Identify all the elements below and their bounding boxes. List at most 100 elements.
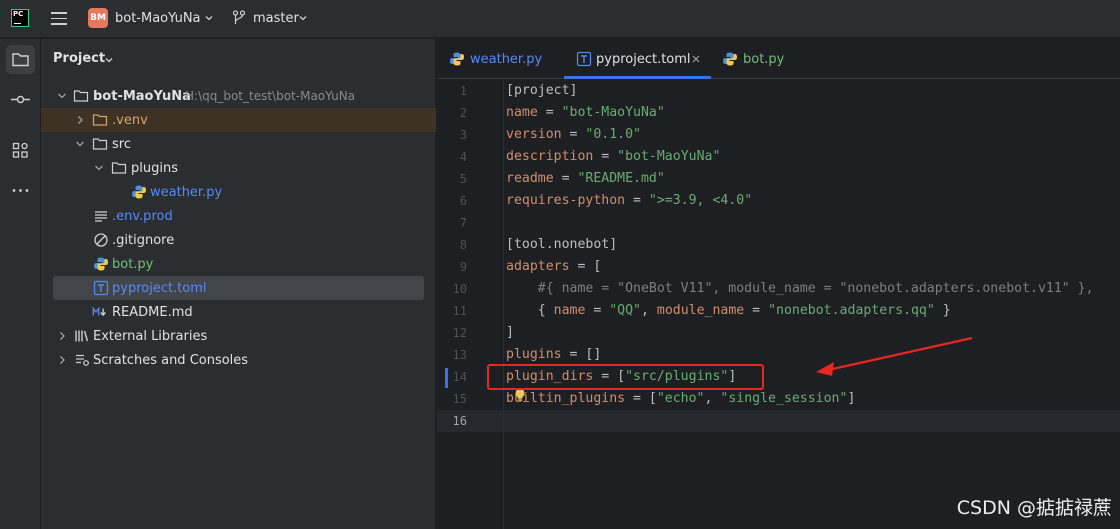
line-number[interactable]: 9 xyxy=(437,260,467,274)
code-line[interactable]: [project] xyxy=(506,80,577,102)
tree-item-env-prod[interactable]: .env.prod xyxy=(41,204,436,228)
markdown-file-icon xyxy=(92,306,107,317)
line-number[interactable]: 7 xyxy=(437,216,467,230)
line-number[interactable]: 16 xyxy=(437,414,467,428)
code-token: = xyxy=(553,171,578,186)
chevron-down-icon[interactable] xyxy=(299,14,307,22)
code-token: "0.1.0" xyxy=(585,127,641,142)
tab-label: bot.py xyxy=(743,52,785,67)
tree-item-src[interactable]: src xyxy=(41,132,436,156)
chevron-down-icon[interactable] xyxy=(205,14,213,22)
tree-item-external-libraries[interactable]: External Libraries xyxy=(41,324,436,348)
line-number[interactable]: 11 xyxy=(437,304,467,318)
active-tab-indicator xyxy=(564,76,711,79)
python-file-icon xyxy=(132,185,146,199)
code-line[interactable]: { name = "QQ", module_name = "nonebot.ad… xyxy=(506,300,951,322)
chevron-down-icon[interactable] xyxy=(94,163,104,173)
code-token: adapters xyxy=(506,259,570,274)
folder-icon xyxy=(92,138,108,150)
commit-tool-button[interactable] xyxy=(6,85,35,114)
vcs-branch-switcher[interactable]: master xyxy=(253,11,299,26)
more-icon xyxy=(12,189,29,192)
line-number[interactable]: 14 xyxy=(437,370,467,384)
tree-item-weather-py[interactable]: weather.py xyxy=(41,180,436,204)
code-token: requires-python xyxy=(506,193,626,208)
title-bar: PC BM bot-MaoYuNa master xyxy=(0,0,1120,38)
chevron-down-icon[interactable] xyxy=(75,139,85,149)
code-line[interactable]: #{ name = "OneBot V11", module_name = "n… xyxy=(506,278,1094,300)
line-number[interactable]: 10 xyxy=(437,282,467,296)
line-number[interactable]: 13 xyxy=(437,348,467,362)
tree-item-root[interactable]: bot-MaoYuNa H:\qq_bot_test\bot-MaoYuNa xyxy=(41,84,436,108)
code-token: readme xyxy=(506,171,554,186)
code-token: "bot-MaoYuNa" xyxy=(561,105,665,120)
line-number[interactable]: 15 xyxy=(437,392,467,406)
tree-item-venv[interactable]: .venv xyxy=(41,108,436,132)
code-token: "bot-MaoYuNa" xyxy=(617,149,721,164)
code-token: , xyxy=(641,303,657,318)
editor-tab-bar: weather.py pyproject.toml bot.py xyxy=(437,39,1120,79)
library-icon xyxy=(75,330,89,342)
project-switcher[interactable]: bot-MaoYuNa xyxy=(115,11,201,26)
code-line[interactable]: readme = "README.md" xyxy=(506,168,665,190)
code-line[interactable]: name = "bot-MaoYuNa" xyxy=(506,102,665,124)
commit-icon xyxy=(11,95,30,104)
structure-tool-button[interactable] xyxy=(6,136,35,165)
tree-item-scratches[interactable]: Scratches and Consoles xyxy=(41,348,436,372)
chevron-right-icon[interactable] xyxy=(57,355,67,365)
project-panel: Project bot-MaoYuNa H:\qq_bot_test\bot-M… xyxy=(41,39,436,529)
panel-title[interactable]: Project xyxy=(53,51,105,66)
watermark: CSDN @掂掂禄蔗 xyxy=(956,497,1112,519)
code-line[interactable]: plugins = [] xyxy=(506,344,601,366)
code-token: "echo" xyxy=(656,391,705,406)
tab-bot-py[interactable]: bot.py xyxy=(722,39,792,79)
current-line-highlight xyxy=(437,410,1120,432)
line-number[interactable]: 2 xyxy=(437,106,467,120)
tree-item-pyproject-toml[interactable]: pyproject.toml xyxy=(53,276,424,300)
line-number[interactable]: 12 xyxy=(437,326,467,340)
lightbulb-icon[interactable] xyxy=(514,388,526,402)
line-number[interactable]: 5 xyxy=(437,172,467,186)
code-line[interactable]: ] xyxy=(506,322,514,344)
line-number[interactable]: 8 xyxy=(437,238,467,252)
chevron-right-icon[interactable] xyxy=(75,115,85,125)
code-token: name xyxy=(506,105,538,120)
main-menu-icon[interactable] xyxy=(51,12,67,25)
code-token: = [ xyxy=(569,259,602,274)
line-number[interactable]: 4 xyxy=(437,150,467,164)
pycharm-logo-icon[interactable]: PC xyxy=(11,9,29,27)
code-token: ">=3.9, <4.0" xyxy=(648,193,753,208)
tree-item-readme[interactable]: README.md xyxy=(41,300,436,324)
code-line[interactable]: adapters = [ xyxy=(506,256,601,278)
text-file-icon xyxy=(95,211,107,222)
chevron-right-icon[interactable] xyxy=(57,331,67,341)
chevron-down-icon[interactable] xyxy=(57,91,67,101)
tree-item-gitignore[interactable]: .gitignore xyxy=(41,228,436,252)
line-number[interactable]: 3 xyxy=(437,128,467,142)
code-token: ] xyxy=(847,391,856,406)
tab-weather-py[interactable]: weather.py xyxy=(449,39,559,79)
chevron-down-icon[interactable] xyxy=(105,56,113,64)
code-editor[interactable]: 1 2 3 4 5 6 7 8 9 10 11 12 13 14 15 16 [project] name = … xyxy=(437,80,1120,529)
tree-item-bot-py[interactable]: bot.py xyxy=(41,252,436,276)
code-token: "QQ" xyxy=(609,303,641,318)
code-token: "nonebot.adapters.qq" xyxy=(768,303,935,318)
tree-item-label: plugins xyxy=(131,160,178,176)
line-number[interactable]: 6 xyxy=(437,194,467,208)
ignore-file-icon xyxy=(94,233,108,247)
project-badge[interactable]: BM xyxy=(88,8,108,28)
tree-item-label: bot.py xyxy=(112,256,154,272)
code-line[interactable]: [tool.nonebot] xyxy=(506,234,617,256)
tab-label: weather.py xyxy=(470,52,543,67)
code-line[interactable]: requires-python = ">=3.9, <4.0" xyxy=(506,190,752,212)
tree-item-plugins[interactable]: plugins xyxy=(41,156,436,180)
project-tool-button[interactable] xyxy=(6,45,35,74)
code-line[interactable]: description = "bot-MaoYuNa" xyxy=(506,146,720,168)
more-tools-button[interactable] xyxy=(6,176,35,205)
close-icon[interactable] xyxy=(692,55,700,63)
code-line[interactable]: builtin_plugins = ["echo", "single_sessi… xyxy=(506,388,855,410)
tab-pyproject-toml[interactable]: pyproject.toml xyxy=(564,39,711,79)
line-number[interactable]: 1 xyxy=(437,84,467,98)
code-line[interactable]: version = "0.1.0" xyxy=(506,124,641,146)
git-branch-icon[interactable] xyxy=(232,10,246,26)
